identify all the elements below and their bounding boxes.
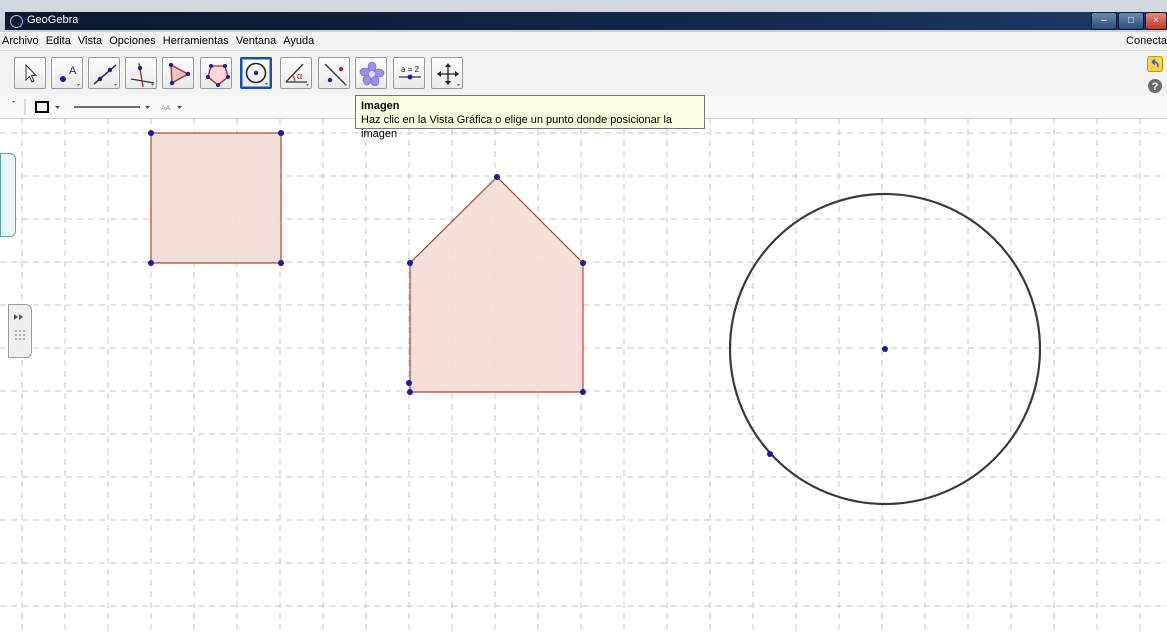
slider-icon: a = 2 xyxy=(399,65,421,80)
point[interactable] xyxy=(148,130,154,136)
menu-bar: Archivo Edita Vista Opciones Herramienta… xyxy=(0,32,1167,51)
move-tool-button[interactable] xyxy=(14,57,46,89)
circle-through-points-icon xyxy=(206,64,230,87)
text-size-label: AA xyxy=(161,105,171,112)
square-polygon[interactable] xyxy=(150,132,282,264)
point[interactable] xyxy=(407,260,413,266)
tooltip: Imagen Haz clic en la Vista Gráfica o el… xyxy=(355,95,705,140)
circle-tool-button[interactable] xyxy=(200,57,232,89)
slider-tool-button[interactable]: a = 2 xyxy=(393,57,425,89)
perpendicular-tool-button[interactable] xyxy=(125,57,157,89)
point[interactable] xyxy=(494,174,500,180)
angle-icon: α xyxy=(285,63,309,86)
reflect-tool-button[interactable] xyxy=(318,57,350,89)
tooltip-title: Imagen xyxy=(361,100,400,112)
point[interactable] xyxy=(148,260,154,266)
move-cross-icon xyxy=(437,63,460,86)
reflect-icon xyxy=(324,63,347,86)
graphics-canvas[interactable] xyxy=(0,118,1167,634)
side-panel-toggle[interactable] xyxy=(8,304,32,358)
angle-tool-button[interactable]: α xyxy=(280,57,312,89)
menu-archivo[interactable]: Archivo xyxy=(0,32,41,47)
slider-label: a = 2 xyxy=(401,65,420,74)
geogebra-logo-icon xyxy=(10,15,23,28)
menu-vista[interactable]: Vista xyxy=(76,32,104,47)
image-tool-button[interactable] xyxy=(355,57,387,89)
polygon-icon xyxy=(168,62,191,86)
maximize-button[interactable]: □ xyxy=(1118,12,1144,30)
point[interactable] xyxy=(406,380,412,386)
point[interactable] xyxy=(278,130,284,136)
point[interactable] xyxy=(278,260,284,266)
toggle-stylebar-icon xyxy=(12,101,15,103)
color-swatch-icon xyxy=(35,101,49,113)
point[interactable] xyxy=(580,389,586,395)
undo-icon[interactable] xyxy=(1147,56,1163,72)
point-icon: A xyxy=(60,65,80,86)
conic-tool-button[interactable] xyxy=(240,57,272,89)
svg-text:α: α xyxy=(297,71,302,81)
tooltip-text: Haz clic en la Vista Gráfica o elige un … xyxy=(361,114,673,140)
move-view-tool-button[interactable] xyxy=(431,57,463,89)
perpendicular-line-icon xyxy=(130,62,155,88)
point-tool-button[interactable]: A xyxy=(51,57,83,89)
menu-ventana[interactable]: Ventana xyxy=(234,32,278,47)
arrow-cursor-icon xyxy=(25,63,38,83)
svg-text:?: ? xyxy=(1152,81,1159,93)
close-button[interactable]: × xyxy=(1145,12,1167,30)
connect-link[interactable]: Conecta xyxy=(1126,35,1167,47)
svg-text:A: A xyxy=(69,65,77,77)
menu-edita[interactable]: Edita xyxy=(44,32,73,47)
graphics-view[interactable] xyxy=(0,118,1167,634)
toolbar: A α a = 2 ? xyxy=(0,51,1167,96)
circle-center-point[interactable] xyxy=(882,346,888,352)
menu-herramientas[interactable]: Herramientas xyxy=(161,32,231,47)
window-title: GeoGebra xyxy=(27,14,79,26)
menu-opciones[interactable]: Opciones xyxy=(107,32,157,47)
double-arrow-icon xyxy=(14,314,25,340)
point[interactable] xyxy=(407,389,413,395)
point[interactable] xyxy=(580,260,586,266)
algebra-view-handle[interactable] xyxy=(0,153,16,237)
style-bar-controls: AA xyxy=(12,99,182,115)
menu-ayuda[interactable]: Ayuda xyxy=(281,32,316,47)
minimize-button[interactable]: – xyxy=(1091,12,1117,30)
flower-image-icon xyxy=(359,61,385,87)
polygon-tool-button[interactable] xyxy=(162,57,194,89)
circle-center-point-icon xyxy=(245,62,268,85)
title-bar: GeoGebra – □ × xyxy=(0,0,1167,32)
help-icon[interactable]: ? xyxy=(1147,78,1163,94)
circle-edge-point[interactable] xyxy=(767,451,773,457)
line-through-points-icon xyxy=(93,64,117,86)
line-tool-button[interactable] xyxy=(88,57,120,89)
pentagon-polygon[interactable] xyxy=(409,176,584,393)
